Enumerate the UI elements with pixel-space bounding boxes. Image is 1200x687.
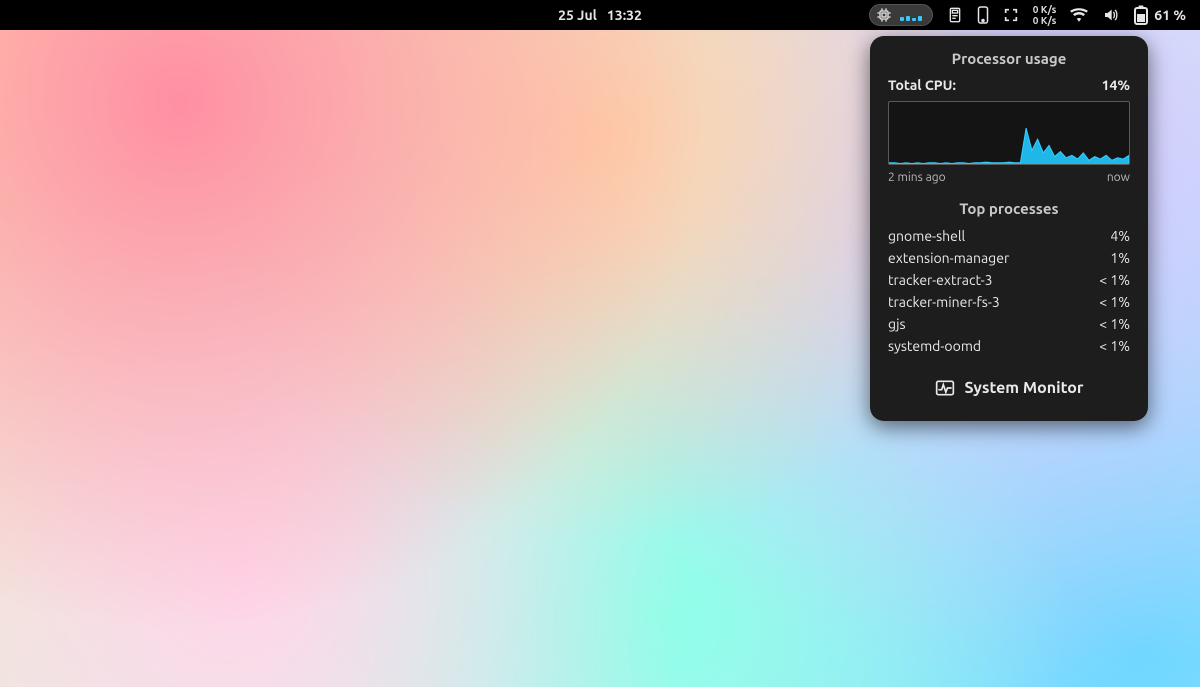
process-row: tracker-extract-3 < 1% bbox=[888, 269, 1130, 291]
clock-date: 25 Jul bbox=[558, 7, 597, 23]
process-list: gnome-shell4%extension-manager1%tracker-… bbox=[888, 225, 1130, 357]
process-name: tracker-miner-fs-3 bbox=[888, 291, 1000, 313]
net-up: 0 K/s bbox=[1033, 4, 1057, 15]
process-name: tracker-extract-3 bbox=[888, 269, 993, 291]
clock-time: 13:32 bbox=[607, 7, 642, 23]
battery-icon bbox=[1134, 5, 1148, 25]
total-cpu-label: Total CPU: bbox=[888, 77, 956, 93]
cpu-graph bbox=[888, 101, 1130, 165]
top-processes-title: Top processes bbox=[888, 200, 1130, 217]
total-cpu-row: Total CPU: 14% bbox=[888, 77, 1130, 93]
processor-usage-popover: Processor usage Total CPU: 14% 2 mins ag… bbox=[870, 36, 1148, 421]
graph-to: now bbox=[1107, 171, 1130, 184]
cpu-indicator[interactable] bbox=[869, 4, 933, 26]
process-pct: < 1% bbox=[1099, 313, 1130, 335]
system-monitor-label: System Monitor bbox=[965, 379, 1084, 397]
process-name: systemd-oomd bbox=[888, 335, 981, 357]
cpu-sparkline-icon bbox=[900, 9, 922, 21]
activities-corner[interactable] bbox=[0, 0, 30, 30]
system-monitor-button[interactable]: System Monitor bbox=[888, 371, 1130, 405]
network-speed[interactable]: 0 K/s 0 K/s bbox=[1033, 4, 1057, 26]
graph-from: 2 mins ago bbox=[888, 171, 946, 184]
system-tray: 0 K/s 0 K/s 61 % bbox=[869, 0, 1200, 30]
process-name: gnome-shell bbox=[888, 225, 965, 247]
phone-icon[interactable] bbox=[977, 6, 989, 24]
wifi-icon[interactable] bbox=[1070, 8, 1088, 22]
process-pct: < 1% bbox=[1099, 291, 1130, 313]
process-pct: < 1% bbox=[1099, 269, 1130, 291]
clock[interactable]: 25 Jul 13:32 bbox=[558, 7, 642, 23]
fullscreen-icon[interactable] bbox=[1003, 7, 1019, 23]
total-cpu-value: 14% bbox=[1102, 77, 1130, 93]
process-row: extension-manager 1% bbox=[888, 247, 1130, 269]
net-down: 0 K/s bbox=[1033, 15, 1057, 26]
process-name: extension-manager bbox=[888, 247, 1009, 269]
process-row: gnome-shell 4% bbox=[888, 225, 1130, 247]
volume-icon[interactable] bbox=[1102, 7, 1120, 23]
panel-title: Processor usage bbox=[888, 50, 1130, 67]
process-pct: < 1% bbox=[1099, 335, 1130, 357]
system-monitor-icon bbox=[935, 379, 955, 397]
graph-time-labels: 2 mins ago now bbox=[888, 171, 1130, 184]
cpu-chip-icon bbox=[876, 7, 892, 23]
top-bar: 25 Jul 13:32 bbox=[0, 0, 1200, 30]
battery-pct: 61 % bbox=[1154, 7, 1186, 23]
battery-indicator[interactable]: 61 % bbox=[1134, 5, 1186, 25]
process-name: gjs bbox=[888, 313, 906, 335]
process-row: tracker-miner-fs-3 < 1% bbox=[888, 291, 1130, 313]
process-row: gjs < 1% bbox=[888, 313, 1130, 335]
process-pct: 1% bbox=[1110, 247, 1130, 269]
process-pct: 4% bbox=[1110, 225, 1130, 247]
process-row: systemd-oomd < 1% bbox=[888, 335, 1130, 357]
disk-activity-icon[interactable] bbox=[947, 6, 963, 24]
